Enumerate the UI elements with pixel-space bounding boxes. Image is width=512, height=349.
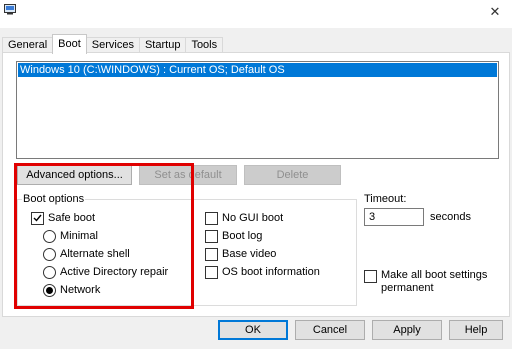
close-icon: ✕ [489,4,501,19]
checkbox-empty-icon [205,211,218,225]
tab-strip: General Boot Services Startup Tools [2,34,224,54]
help-button[interactable]: Help [449,320,503,340]
boot-log-checkbox[interactable]: Boot log [205,229,262,243]
highlight-annotation-box [14,163,194,309]
tab-boot[interactable]: Boot [52,34,87,54]
timeout-label: Timeout: [364,193,407,205]
make-permanent-line1: Make all boot settings [381,269,488,281]
no-gui-boot-label: No GUI boot [222,212,284,224]
delete-button[interactable]: Delete [244,165,341,185]
cancel-button[interactable]: Cancel [295,320,365,340]
system-configuration-icon [4,4,16,15]
base-video-label: Base video [222,248,277,260]
timeout-input[interactable]: 3 [364,208,424,226]
make-permanent-label: Make all boot settings permanent [381,269,487,295]
os-list[interactable]: Windows 10 (C:\WINDOWS) : Current OS; De… [16,61,499,159]
timeout-unit-label: seconds [430,211,471,223]
os-boot-information-label: OS boot information [222,266,320,278]
os-boot-information-checkbox[interactable]: OS boot information [205,265,320,279]
apply-button[interactable]: Apply [372,320,442,340]
close-button[interactable]: ✕ [482,0,508,24]
title-bar: ✕ [0,0,512,28]
checkbox-empty-icon [205,265,218,279]
checkbox-empty-icon [364,270,377,283]
boot-log-label: Boot log [222,230,263,242]
make-permanent-line2: permanent [381,282,434,294]
os-list-item[interactable]: Windows 10 (C:\WINDOWS) : Current OS; De… [18,63,497,77]
checkbox-empty-icon [205,247,218,261]
ok-button[interactable]: OK [218,320,288,340]
checkbox-empty-icon [205,229,218,243]
make-permanent-checkbox[interactable]: Make all boot settings permanent [364,269,487,295]
no-gui-boot-checkbox[interactable]: No GUI boot [205,211,283,225]
base-video-checkbox[interactable]: Base video [205,247,276,261]
